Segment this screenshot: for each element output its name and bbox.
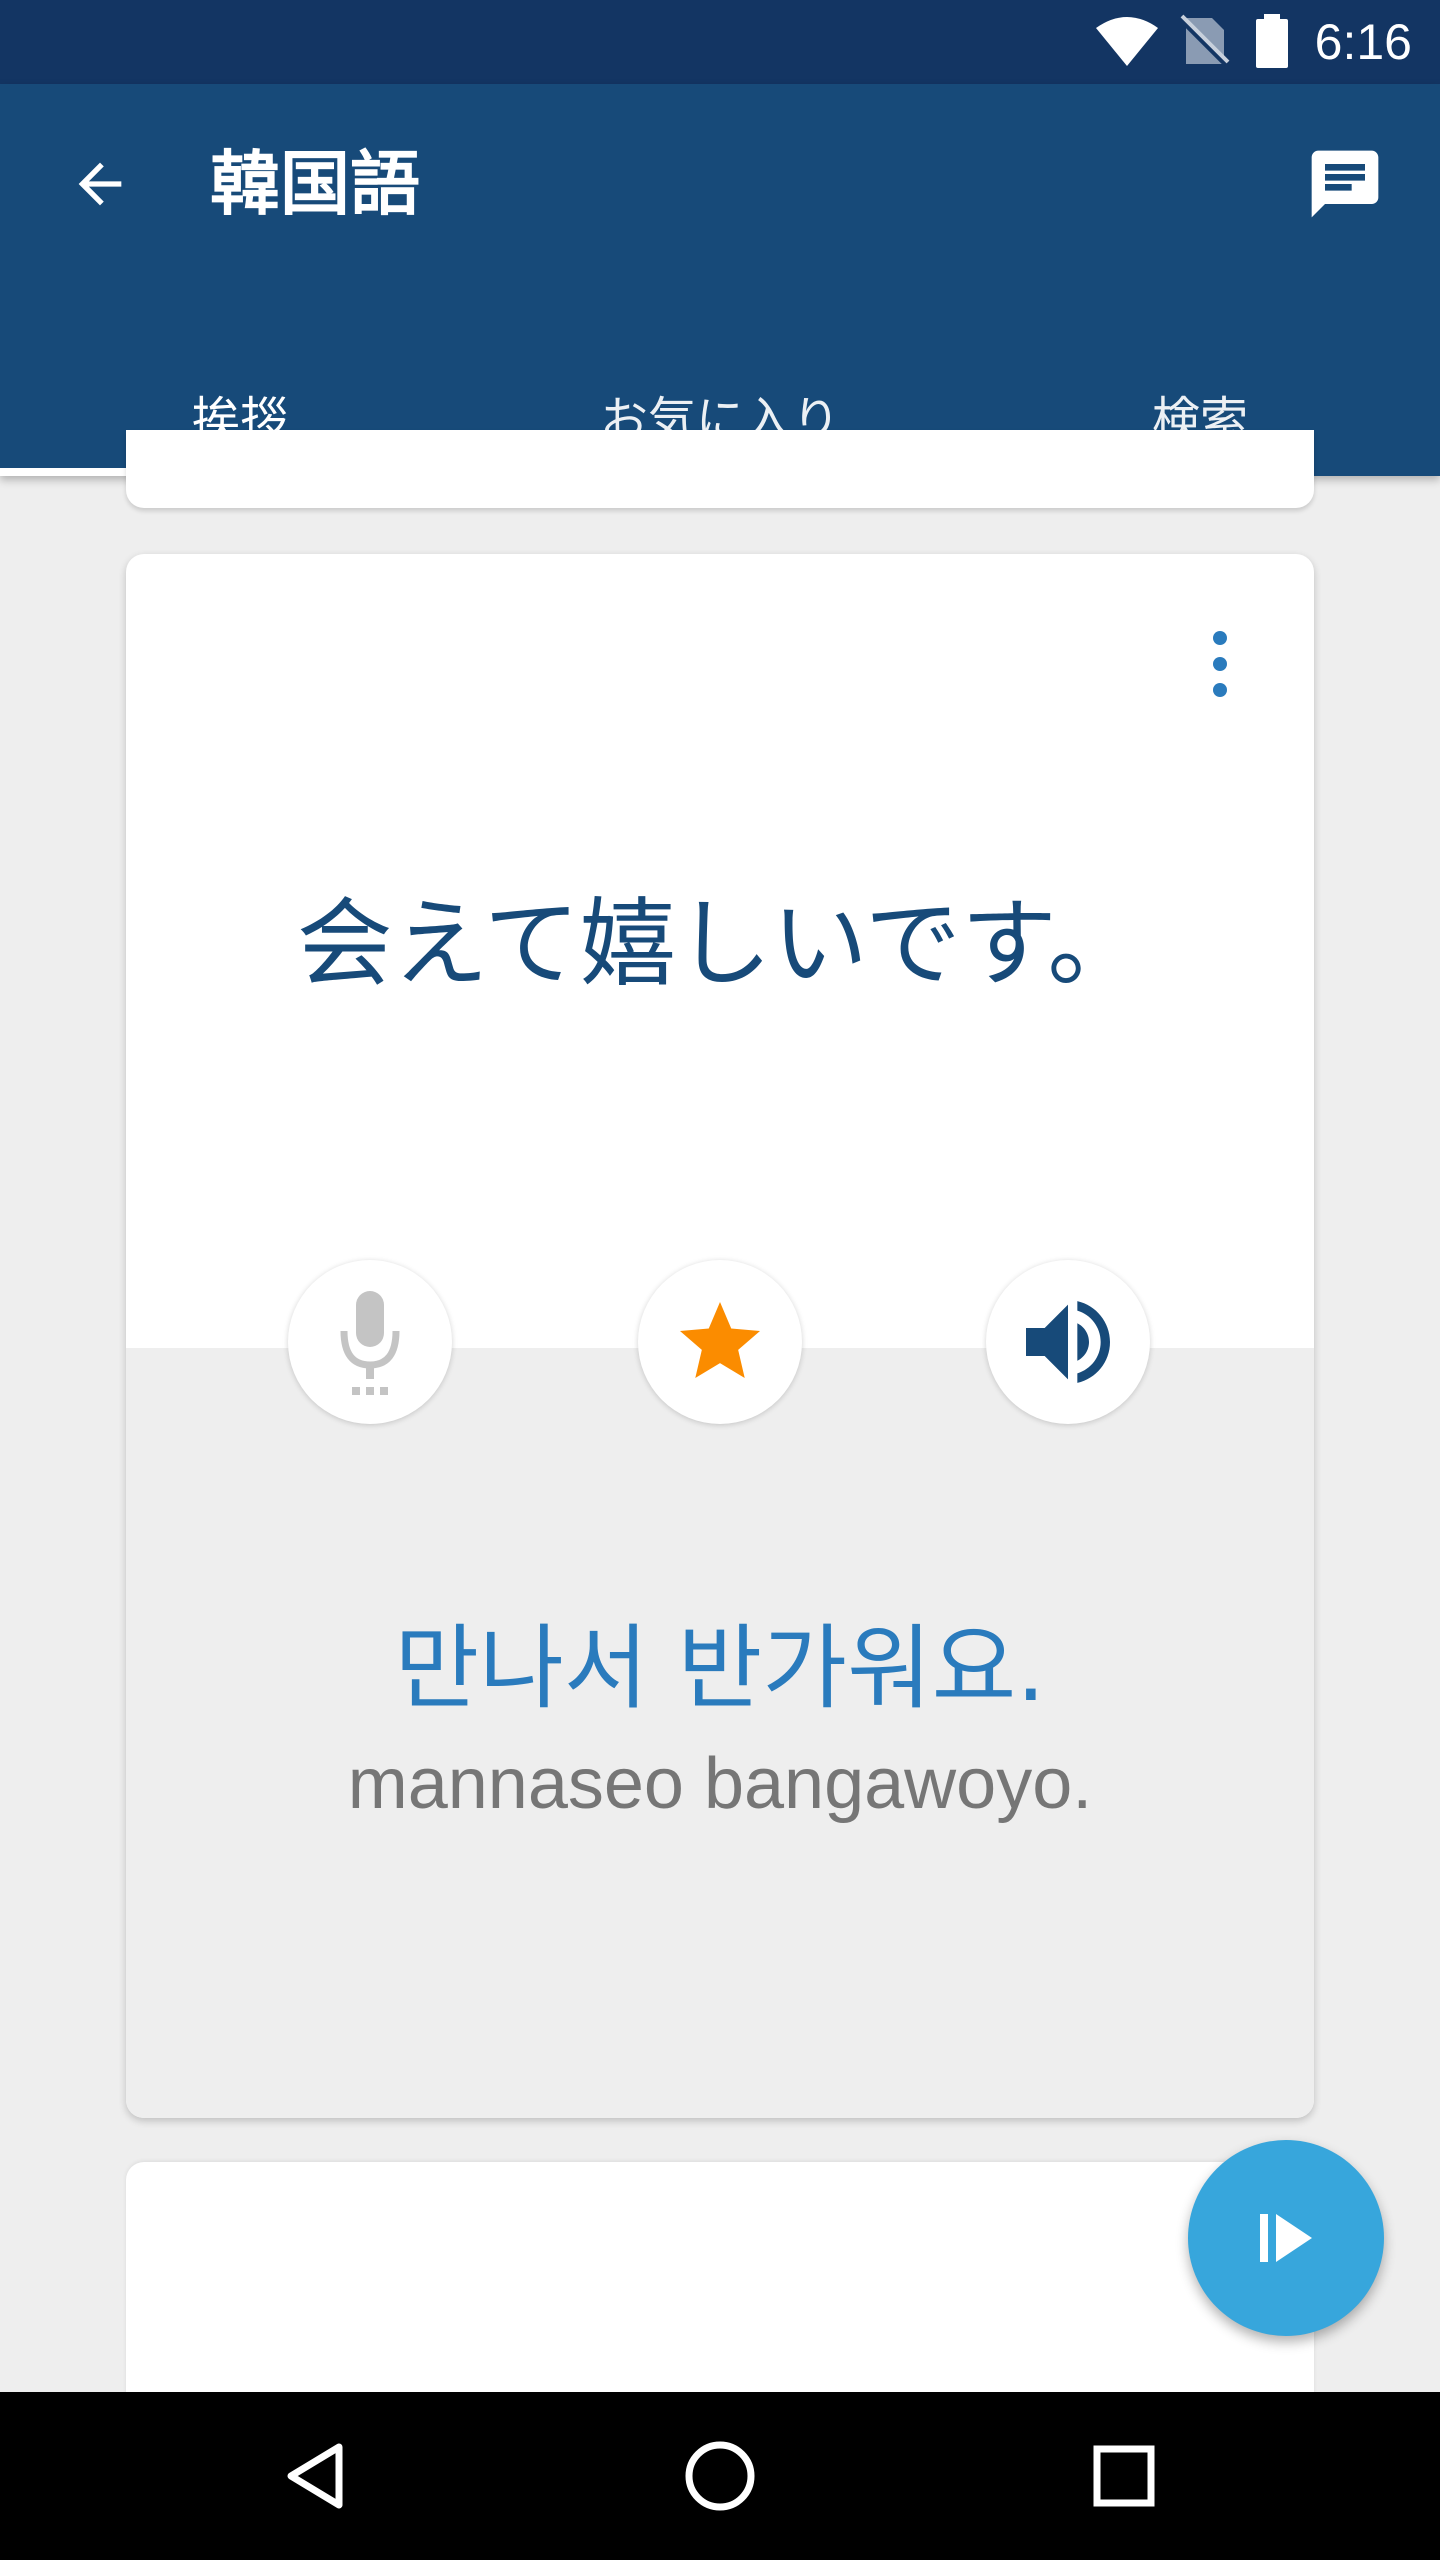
status-time: 6:16 [1314,14,1412,70]
status-bar: 6:16 [0,0,1440,84]
nav-back-button[interactable] [256,2416,376,2536]
more-vert-icon [1213,631,1227,697]
recents-square-icon [1093,2445,1155,2507]
next-phrase-card[interactable] [126,2162,1314,2402]
page-title: 韓国語 [210,143,420,225]
chat-icon [1311,150,1379,218]
no-sim-icon [1179,14,1230,67]
previous-phrase-card[interactable] [126,430,1314,508]
arrow-back-icon [78,162,122,206]
favorite-button[interactable] [638,1260,802,1424]
more-options-button[interactable] [1190,614,1250,714]
home-circle-icon [685,2441,755,2511]
play-icon [1260,2214,1312,2262]
speaker-icon [1026,1301,1110,1383]
nav-home-button[interactable] [660,2416,780,2536]
translated-phrase: 만나서 반가워요. [394,1615,1046,1722]
back-button[interactable] [52,136,148,232]
battery-icon [1256,14,1288,68]
native-phrase: 会えて嬉しいです。 [296,888,1144,1000]
feedback-button[interactable] [1290,134,1400,234]
microphone-icon [340,1291,400,1395]
autoplay-fab[interactable] [1188,2140,1384,2336]
record-button[interactable] [288,1260,452,1424]
romanization: mannaseo bangawoyo. [347,1744,1093,1824]
play-audio-button[interactable] [986,1260,1150,1424]
star-icon [680,1302,760,1378]
phrase-card[interactable]: 会えて嬉しいです。 만나서 반가워요. mannaseo bangawoyo. [126,554,1314,2118]
back-triangle-icon [287,2443,343,2509]
system-nav-bar [0,2392,1440,2560]
app-bar: 韓国語 挨拶 お気に入り 検索 [0,84,1440,476]
wifi-icon [1096,17,1158,66]
nav-recents-button[interactable] [1064,2416,1184,2536]
